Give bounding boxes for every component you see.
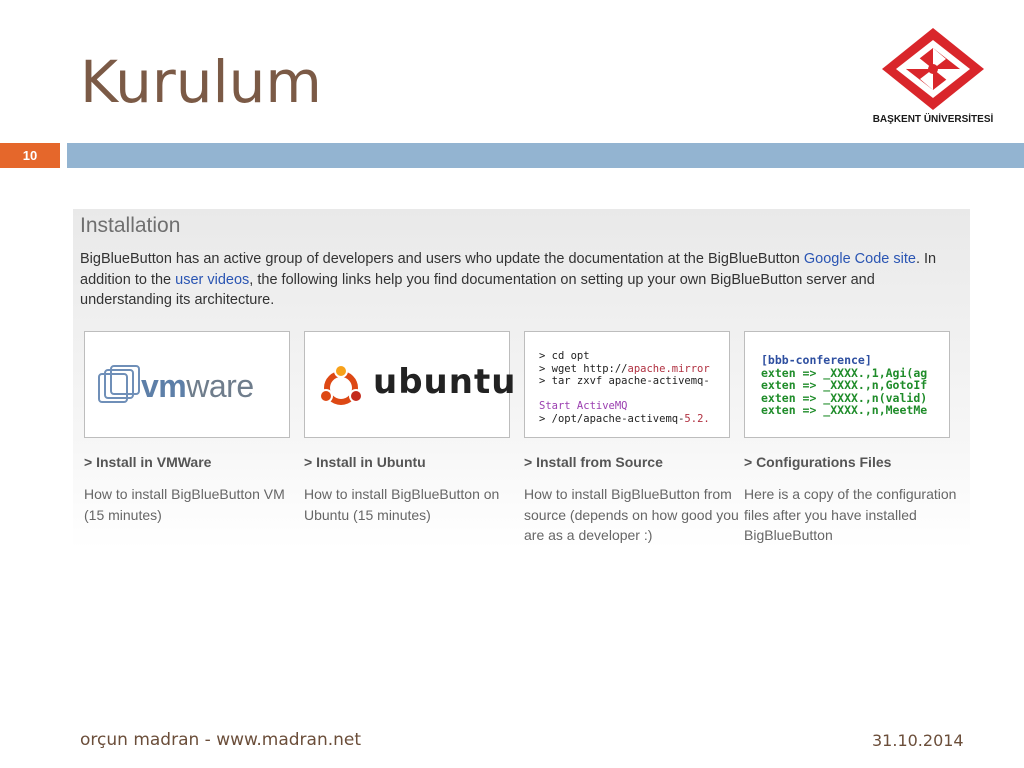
install-source-link[interactable]: > Install from Source — [524, 454, 663, 470]
ubuntu-card-image[interactable]: ubuntu — [304, 331, 515, 438]
source-code-snippet: > cd opt > wget http://apache.mirror > t… — [539, 350, 710, 425]
university-logo: BAŞKENT ÜNİVERSİTESİ — [868, 26, 998, 136]
install-source-desc: How to install BigBlueButton from source… — [524, 486, 739, 543]
config-card-image[interactable]: [bbb-conference] exten => _XXXX.,1,Agi(a… — [744, 331, 950, 438]
panel-title: Installation — [80, 214, 181, 237]
footer-author: orçun madran - www.madran.net — [80, 730, 362, 750]
installation-panel: Installation BigBlueButton has an active… — [73, 209, 970, 549]
slide-number: 10 — [0, 143, 60, 168]
code-line: > wget http:// — [539, 362, 628, 375]
code-line: > /opt/ — [539, 412, 584, 425]
vmware-card-image[interactable]: vmware — [84, 331, 290, 438]
panel-description: BigBlueButton has an active group of dev… — [80, 249, 960, 311]
vmware-wordmark: vmware — [141, 368, 254, 405]
vmware-logo-icon — [98, 365, 140, 403]
header-bar — [67, 143, 1024, 168]
vmware-wordmark-rest: ware — [186, 368, 254, 404]
config-files-link[interactable]: > Configurations Files — [744, 454, 891, 470]
vmware-wordmark-bold: vm — [141, 368, 187, 404]
ubuntu-wordmark: ubuntu — [373, 362, 517, 402]
google-code-link[interactable]: Google Code site — [804, 251, 916, 267]
code-line: exten => _XXXX.,n,MeetMe — [761, 403, 928, 417]
install-vmware-link[interactable]: > Install in VMWare — [84, 454, 211, 470]
code-line: > cd opt — [539, 350, 590, 362]
code-line: apache-activemq- — [583, 412, 685, 425]
source-card-image[interactable]: > cd opt > wget http://apache.mirror > t… — [524, 331, 730, 438]
config-files-desc: Here is a copy of the configuration file… — [744, 486, 957, 543]
university-name: BAŞKENT ÜNİVERSİTESİ — [872, 114, 994, 125]
desc-part-1: BigBlueButton has an active group of dev… — [80, 251, 804, 267]
config-code-snippet: [bbb-conference] exten => _XXXX.,1,Agi(a… — [761, 354, 927, 417]
ubuntu-logo-icon — [319, 364, 363, 405]
code-line: apache.mirror — [627, 362, 710, 375]
code-line: > tar zxvf apache-activemq- — [539, 375, 710, 387]
user-videos-link[interactable]: user videos — [175, 272, 249, 288]
install-ubuntu-desc: How to install BigBlueButton on Ubuntu (… — [304, 486, 500, 523]
install-ubuntu-link[interactable]: > Install in Ubuntu — [304, 454, 426, 470]
university-emblem-icon — [882, 28, 984, 110]
slide-title: Kurulum — [80, 48, 322, 116]
code-line: 5.2. — [684, 412, 710, 425]
install-vmware-desc: How to install BigBlueButton VM (15 minu… — [84, 486, 285, 523]
code-line: Start ActiveMQ — [539, 400, 628, 412]
footer-date: 31.10.2014 — [872, 731, 964, 750]
